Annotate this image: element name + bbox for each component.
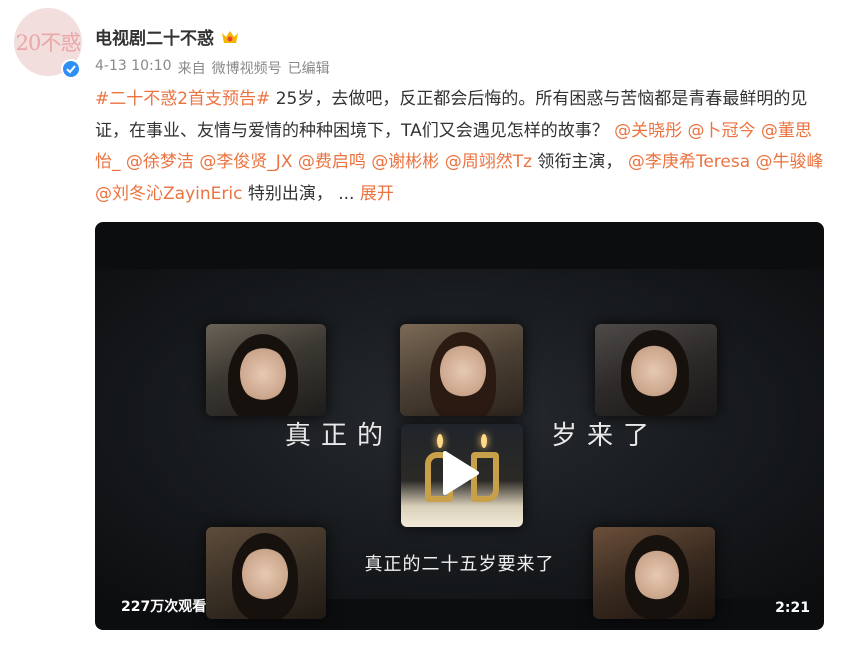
author-name[interactable]: 电视剧二十不惑 xyxy=(95,24,214,49)
mention-link[interactable]: @牛骏峰 xyxy=(756,152,824,172)
mention-link[interactable]: @刘冬沁ZayinEric xyxy=(95,184,242,204)
ellipsis: ... xyxy=(332,183,360,204)
mention-link[interactable]: @谢彬彬 xyxy=(371,152,439,172)
post-source[interactable]: 微博视频号 xyxy=(212,58,282,78)
post-meta: 4-13 10:10 来自 微博视频号 已编辑 xyxy=(95,58,330,78)
lead-suffix: 领衔主演， xyxy=(532,152,623,172)
mention-link[interactable]: @李庚希Teresa xyxy=(628,152,750,172)
verified-badge-icon xyxy=(61,59,81,79)
post-text: #二十不惑2首支预告# 25岁，去做吧，反正都会后悔的。所有困惑与苦恼都是青春最… xyxy=(95,84,825,210)
source-prefix: 来自 xyxy=(177,61,206,77)
author-row: 电视剧二十不惑 xyxy=(95,24,240,49)
mention-link[interactable]: @徐梦洁 xyxy=(126,152,194,172)
video-duration: 2:21 xyxy=(775,600,810,616)
edited-label: 已编辑 xyxy=(287,61,330,77)
hashtag-link[interactable]: #二十不惑2首支预告# xyxy=(95,89,270,109)
video-still-thumbnail xyxy=(400,324,523,416)
play-icon[interactable] xyxy=(441,449,481,497)
video-player[interactable]: 真正的 岁来了 真正的二十五岁要来了 227万次观看 2:21 xyxy=(95,222,824,630)
mention-link[interactable]: @费启鸣 xyxy=(298,152,366,172)
mention-link[interactable]: @卜冠今 xyxy=(688,121,756,141)
view-count: 227万次观看 xyxy=(121,599,207,615)
post-time[interactable]: 4-13 10:10 xyxy=(95,58,172,78)
video-still-thumbnail xyxy=(595,324,717,416)
special-suffix: 特别出演， xyxy=(242,183,333,204)
mention-link[interactable]: @周翊然Tz xyxy=(445,152,532,172)
avatar-logo-text: 20不惑 xyxy=(15,31,82,55)
overlay-text-right: 岁来了 xyxy=(551,421,660,451)
mention-link[interactable]: @李俊贤_JX xyxy=(199,152,292,172)
crown-icon xyxy=(220,29,240,45)
video-subtitle: 真正的二十五岁要来了 xyxy=(364,554,555,575)
mention-link[interactable]: @关晓彤 xyxy=(614,121,682,141)
video-still-thumbnail xyxy=(206,324,326,416)
expand-link[interactable]: 展开 xyxy=(360,184,394,204)
overlay-text-left: 真正的 xyxy=(285,421,394,451)
